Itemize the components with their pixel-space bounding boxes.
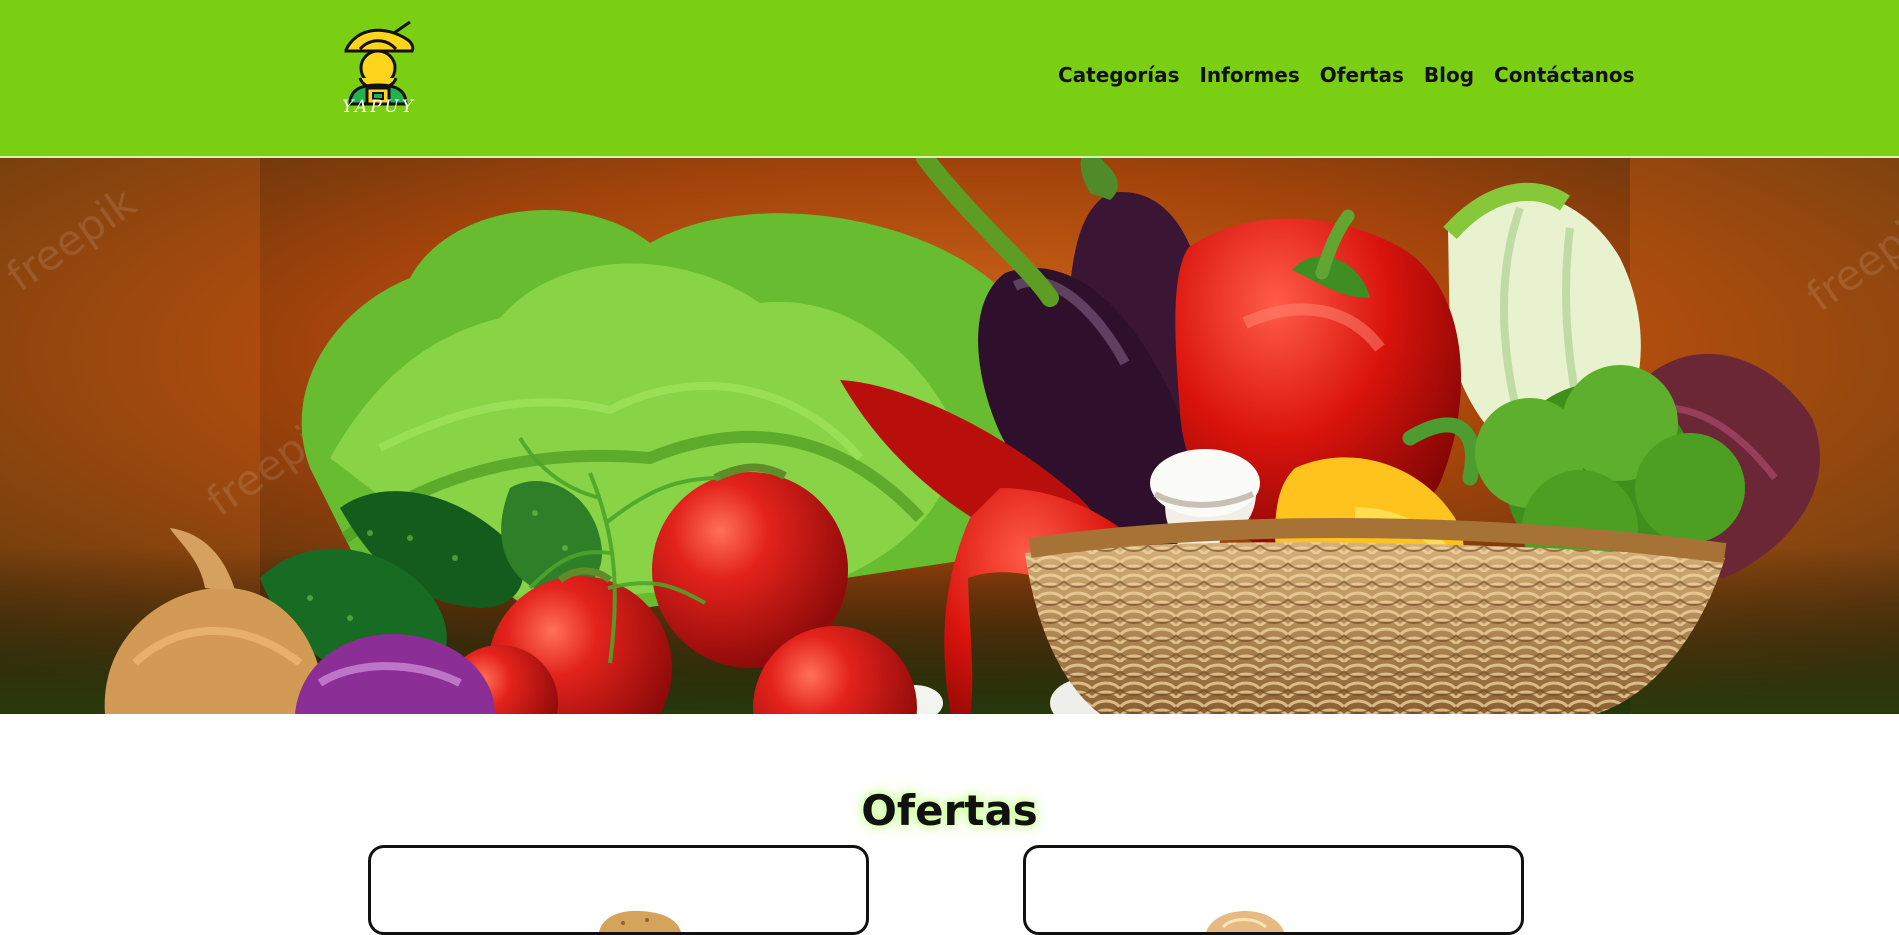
main-navigation: Categorías Informes Ofertas Blog Contáct… [1058, 62, 1635, 88]
offers-heading: Ofertas [861, 786, 1038, 836]
offer-card-onion[interactable] [1023, 845, 1524, 935]
nav-categorias-link[interactable]: Categorías [1058, 62, 1179, 88]
nav-informes-link[interactable]: Informes [1199, 62, 1299, 88]
nav-blog-link[interactable]: Blog [1424, 62, 1474, 88]
nav-ofertas-link[interactable]: Ofertas [1320, 62, 1404, 88]
onion-icon [1206, 911, 1284, 932]
hero-vegetables-banner: freepik freepik freepik [0, 158, 1899, 714]
vegetables-basket-image: freepik freepik freepik [0, 158, 1899, 714]
potato-icon [599, 910, 681, 932]
brand-wordmark: YAPUY [342, 97, 416, 117]
offer-card-potato[interactable] [368, 845, 869, 935]
nav-contactanos-link[interactable]: Contáctanos [1494, 62, 1635, 88]
site-header: YAPUY Categorías Informes Ofertas Blog C… [0, 0, 1899, 158]
